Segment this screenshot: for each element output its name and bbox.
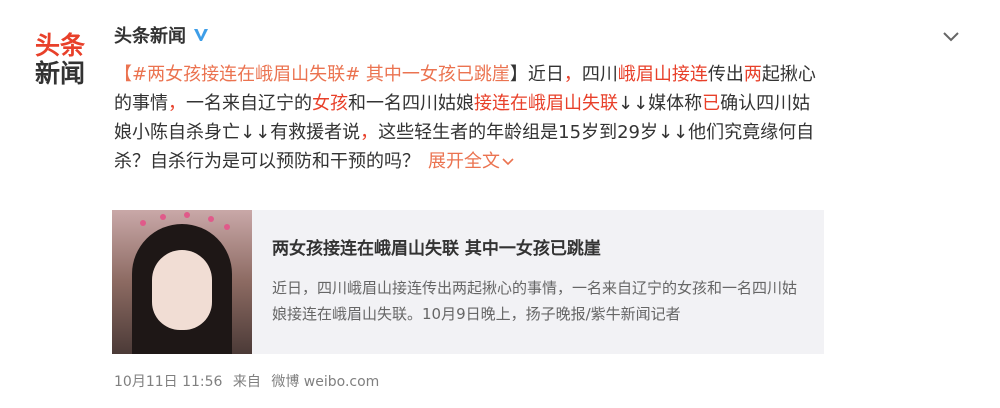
post-source[interactable]: 微博 weibo.com <box>271 374 379 390</box>
post-text-segment: ， <box>360 122 379 143</box>
chevron-down-icon <box>502 158 514 166</box>
account-avatar[interactable]: 头条 新闻 <box>30 30 90 90</box>
account-header: 头条新闻 <box>114 22 210 48</box>
post-text-segment: 四川 <box>581 64 618 85</box>
verified-v-icon <box>194 29 208 41</box>
post-meta: 10月11日 11:56 来自 微博 weibo.com <box>114 371 385 391</box>
avatar-text-line2: 新闻 <box>34 59 85 88</box>
post-text-segment: 女孩 <box>312 93 348 114</box>
post-text-segment: 已 <box>702 93 721 114</box>
post-text-segment: 】近日 <box>509 64 564 85</box>
post-text-segment: ， <box>168 93 186 114</box>
post-time[interactable]: 10月11日 11:56 <box>114 374 222 390</box>
card-title[interactable]: 两女孩接连在峨眉山失联 其中一女孩已跳崖 <box>272 234 807 259</box>
post-text-segment: ↓↓媒体称 <box>618 93 703 114</box>
card-thumbnail-image <box>112 210 252 354</box>
post-text-segment[interactable]: 【#两女孩接连在峨眉山失联# 其中一女孩已跳崖 <box>114 64 510 85</box>
account-name[interactable]: 头条新闻 <box>114 22 186 48</box>
post-text-segment: 一名来自辽宁的 <box>186 93 312 114</box>
post-text-segment: 接连在峨眉山失联 <box>474 93 618 114</box>
link-preview-card[interactable]: 两女孩接连在峨眉山失联 其中一女孩已跳崖 近日，四川峨眉山接连传出两起揪心的事情… <box>112 210 824 354</box>
expand-full-text-link[interactable]: 展开全文 <box>428 151 514 172</box>
post-text-segment: 和一名四川姑娘 <box>348 93 474 114</box>
card-body: 两女孩接连在峨眉山失联 其中一女孩已跳崖 近日，四川峨眉山接连传出两起揪心的事情… <box>252 210 827 354</box>
post-text-segment: 两 <box>743 64 762 85</box>
source-prefix: 来自 <box>232 374 261 390</box>
post-text-segment: ， <box>563 64 582 85</box>
post-text-segment: 峨眉山接连 <box>617 64 708 85</box>
post-text-segment: 传出 <box>707 64 744 85</box>
post-text: 【#两女孩接连在峨眉山失联# 其中一女孩已跳崖】近日，四川峨眉山接连传出两起揪心… <box>114 60 826 176</box>
expand-label: 展开全文 <box>428 151 500 172</box>
card-description: 近日，四川峨眉山接连传出两起揪心的事情，一名来自辽宁的女孩和一名四川姑娘接连在峨… <box>272 279 798 323</box>
chevron-down-icon[interactable] <box>942 30 960 44</box>
avatar-text-line1: 头条 <box>34 31 85 60</box>
